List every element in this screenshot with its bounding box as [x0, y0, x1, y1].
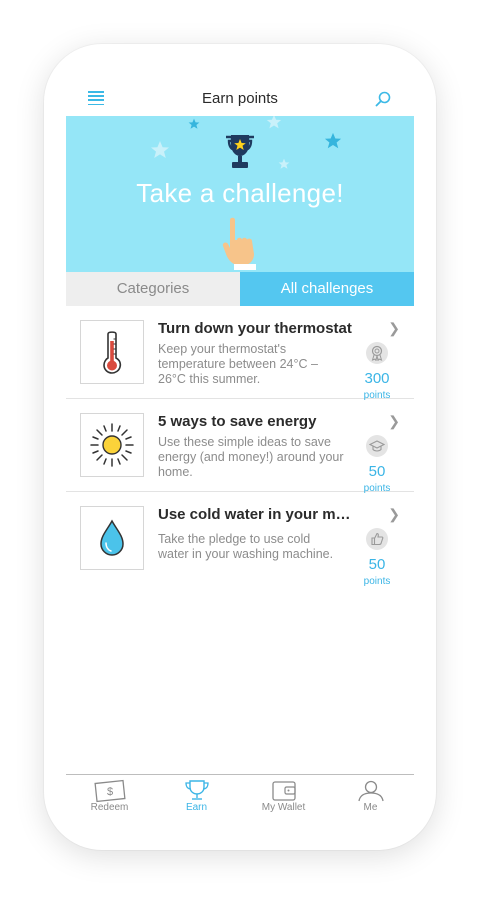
challenge-title: 5 ways to save energy: [158, 413, 317, 430]
nav-label: Redeem: [90, 802, 129, 813]
app-screen: Earn points Take a challenge! Categories…: [66, 82, 414, 817]
star-icon: [278, 158, 290, 169]
tab-categories[interactable]: Categories: [66, 272, 240, 306]
nav-my-wallet[interactable]: My Wallet: [240, 779, 327, 813]
top-bar: Earn points: [66, 82, 414, 116]
points-label: points: [363, 576, 391, 587]
challenge-thumbnail: [80, 320, 144, 384]
graduation-cap-icon: [369, 440, 385, 452]
points-value: 50: [368, 463, 386, 480]
challenge-title: Turn down your thermostat: [158, 320, 352, 337]
challenge-description: Keep your thermostat's temperature betwe…: [158, 342, 318, 386]
chevron-right-icon: ❯: [388, 506, 400, 522]
search-icon[interactable]: [374, 90, 392, 108]
challenge-banner[interactable]: Take a challenge!: [66, 116, 414, 272]
challenge-thumbnail: [80, 413, 144, 477]
challenge-item-cold-water[interactable]: Use cold water in your m… Take the pledg…: [66, 492, 414, 587]
chevron-right-icon: ❯: [388, 320, 400, 336]
trophy-icon: [184, 780, 209, 800]
graduation-badge: [366, 435, 388, 457]
thumbs-up-badge: [366, 528, 388, 550]
star-icon: [188, 118, 200, 129]
nav-me[interactable]: Me: [327, 779, 414, 813]
nav-redeem[interactable]: $ Redeem: [66, 779, 153, 813]
challenge-title: Use cold water in your m…: [158, 506, 351, 523]
ribbon-icon: [371, 345, 383, 361]
nav-earn[interactable]: Earn: [153, 779, 240, 813]
star-icon: [266, 116, 282, 129]
svg-text:$: $: [106, 786, 112, 798]
banner-heading: Take a challenge!: [136, 178, 344, 208]
points-value: 300: [364, 370, 390, 387]
challenge-list: Turn down your thermostat Keep your ther…: [66, 306, 414, 587]
thermometer-icon: [103, 331, 122, 374]
bottom-navigation: $ Redeem Earn My Wallet Me: [66, 774, 414, 817]
water-drop-icon: [100, 519, 124, 556]
trophy-icon: [226, 135, 254, 168]
sun-icon: [90, 423, 134, 467]
pointing-hand-icon: [222, 217, 256, 270]
page-title: Earn points: [202, 90, 278, 107]
challenge-tabs: Categories All challenges: [66, 272, 414, 306]
person-icon: [357, 780, 384, 802]
ribbon-badge: [366, 342, 388, 364]
challenge-thumbnail: [80, 506, 144, 570]
challenge-item-save-energy[interactable]: 5 ways to save energy Use these simple i…: [66, 399, 414, 494]
thumbs-up-icon: [371, 532, 384, 546]
challenge-item-thermostat[interactable]: Turn down your thermostat Keep your ther…: [66, 306, 414, 401]
nav-label: Earn: [185, 802, 208, 813]
star-icon: [151, 141, 169, 158]
dollar-bill-icon: $: [93, 779, 126, 803]
nav-label: My Wallet: [261, 802, 306, 813]
challenge-description: Take the pledge to use cold water in you…: [158, 532, 334, 561]
nav-label: Me: [363, 802, 378, 813]
points-value: 50: [368, 556, 386, 573]
star-icon: [324, 132, 342, 149]
wallet-icon: [271, 781, 296, 801]
chevron-right-icon: ❯: [388, 413, 400, 429]
tab-all-challenges[interactable]: All challenges: [240, 272, 414, 306]
challenge-description: Use these simple ideas to save energy (a…: [158, 435, 344, 479]
